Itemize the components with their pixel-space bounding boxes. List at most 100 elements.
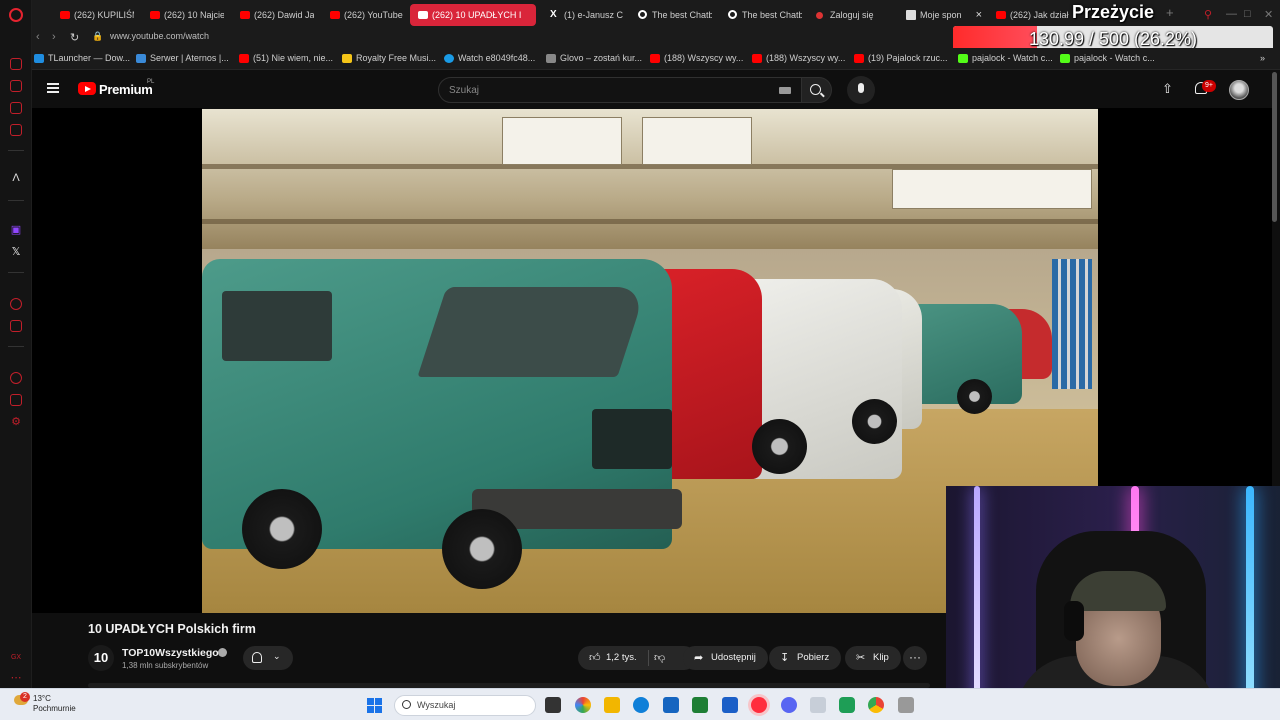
visual-studio-icon[interactable] [722, 697, 738, 713]
opera-logo-icon[interactable] [9, 8, 23, 22]
chrome-icon[interactable] [868, 697, 884, 713]
bell-icon [252, 652, 262, 663]
video-frame-wheel [852, 399, 897, 444]
music-icon[interactable] [10, 124, 22, 136]
discord-icon[interactable] [781, 697, 797, 713]
bookmark-glovo[interactable]: Glovo – zostań kur... [546, 53, 642, 63]
back-icon[interactable]: ‹ [36, 31, 40, 43]
bookmark-pajalock-kick-1[interactable]: pajalock - Watch c... [958, 53, 1053, 63]
tab-e-janusz[interactable]: X (1) e-Janusz C [542, 4, 624, 26]
webcam-person-cap [1070, 571, 1166, 611]
xbox-icon[interactable] [839, 697, 855, 713]
wallet-icon[interactable] [10, 320, 22, 332]
opera-gx-icon[interactable] [751, 697, 767, 713]
reload-icon[interactable]: ↻ [70, 31, 79, 44]
weather-widget[interactable]: 13°C Pochmurnie [33, 694, 76, 714]
tab-moje-spon[interactable]: Moje spon × [898, 4, 984, 26]
youtube-icon [752, 54, 762, 63]
search-input[interactable] [449, 78, 769, 102]
kick-icon [1060, 54, 1070, 63]
tab-youtube[interactable]: (262) YouTube [322, 4, 404, 26]
tab-chatbot-1[interactable]: The best Chatb [630, 4, 712, 26]
bookmark-watch[interactable]: Watch e8049fc48... [444, 53, 535, 63]
bookmark-royalty-free[interactable]: Royalty Free Musi... [342, 53, 436, 63]
share-button[interactable]: ➦ Udostępnij [683, 646, 768, 670]
webcam-light-bar [1246, 486, 1254, 720]
youtube-brand[interactable]: Premium [99, 82, 153, 97]
task-view-icon[interactable] [545, 697, 561, 713]
url-field[interactable]: www.youtube.com/watch [110, 31, 209, 41]
extensions-icon[interactable] [10, 394, 22, 406]
settings-icon[interactable]: ⚙ [10, 416, 22, 428]
voice-search-button[interactable] [847, 76, 875, 104]
bookmarks-bar: TLauncher — Dow... Serwer | Aternos |...… [32, 48, 1280, 70]
like-button[interactable]: 👍︎ 1,2 tys. [578, 646, 696, 670]
maximize-icon[interactable]: □ [1244, 8, 1251, 20]
bookmark-aternos[interactable]: Serwer | Aternos |... [136, 53, 229, 63]
youtube-logo-icon[interactable] [78, 82, 96, 95]
tab-jak-dzial[interactable]: (262) Jak dział [988, 4, 1070, 26]
excel-icon[interactable] [692, 697, 708, 713]
clip-button[interactable]: ✂ Klip [845, 646, 901, 670]
app-icon[interactable] [810, 697, 826, 713]
chat-icon [638, 10, 647, 19]
create-icon[interactable]: ⇧ [1162, 81, 1173, 97]
kick-icon [958, 54, 968, 63]
aria-ai-icon[interactable]: Λ [10, 172, 22, 184]
bookmarks-overflow-icon[interactable]: » [1260, 53, 1265, 63]
video-frame-wheel [442, 509, 522, 589]
tab-close-icon[interactable]: × [976, 4, 982, 26]
vpn-icon[interactable]: GX [10, 652, 22, 664]
aria-icon[interactable] [10, 58, 22, 70]
bookmark-tlauncher[interactable]: TLauncher — Dow... [34, 53, 130, 63]
new-tab-button[interactable]: + [1166, 5, 1174, 20]
twitch-icon[interactable]: ▣ [10, 224, 22, 236]
search-button[interactable] [802, 77, 832, 103]
whatsapp-icon[interactable] [10, 102, 22, 114]
channel-name[interactable]: TOP10Wszystkiego [122, 647, 219, 659]
download-button[interactable]: ↧ Pobierz [769, 646, 842, 670]
bookmark-wszyscy-2[interactable]: (188) Wszyscy wy... [752, 53, 845, 63]
close-window-icon[interactable]: ✕ [1264, 8, 1273, 21]
webcam-overlay [946, 486, 1280, 720]
youtube-icon [418, 11, 428, 19]
search-tabs-icon[interactable]: ⚲ [1204, 8, 1212, 21]
clock-icon[interactable] [10, 372, 22, 384]
keyboard-icon[interactable] [779, 87, 791, 94]
page-scrollbar[interactable] [1272, 72, 1277, 222]
x-twitter-icon[interactable]: 𝕏 [10, 246, 22, 258]
video-frame-wheel [242, 489, 322, 569]
account-avatar[interactable] [1229, 80, 1249, 100]
tab-10-najcie[interactable]: (262) 10 Najcie [142, 4, 224, 26]
file-explorer-icon[interactable] [604, 697, 620, 713]
bookmark-pajalock-kick-2[interactable]: pajalock - Watch c... [1060, 53, 1155, 63]
channel-avatar[interactable]: 10 [88, 645, 114, 671]
more-options-icon[interactable]: ⋯ [10, 672, 22, 684]
bookmark-pajalock-rzuc[interactable]: (19) Pajalock rzuc... [854, 53, 948, 63]
tab-kupilism[interactable]: (262) KUPILIŚM [52, 4, 134, 26]
forward-icon[interactable]: › [52, 31, 56, 43]
edge-icon[interactable] [633, 697, 649, 713]
lock-icon: 🔒 [92, 31, 104, 41]
youtube-icon [650, 54, 660, 63]
taskbar-search[interactable]: Wyszukaj [394, 695, 536, 716]
tab-dawid[interactable]: (262) Dawid Ja [232, 4, 314, 26]
copilot-icon[interactable] [575, 697, 591, 713]
bookmark-nie-wiem[interactable]: (51) Nie wiem, nie... [239, 53, 333, 63]
more-actions-button[interactable]: ··· [903, 646, 927, 670]
microphone-icon [858, 83, 864, 93]
bookmark-wszyscy-1[interactable]: (188) Wszyscy wy... [650, 53, 743, 63]
store-icon[interactable] [663, 697, 679, 713]
tab-zaloguj[interactable]: Zaloguj się [808, 4, 890, 26]
minimize-icon[interactable]: — [1226, 8, 1237, 20]
history-icon[interactable] [10, 298, 22, 310]
thumbs-down-icon[interactable]: 👎︎ [654, 651, 665, 664]
country-code: PL [147, 79, 155, 85]
tray-app-icon[interactable] [898, 697, 914, 713]
menu-icon[interactable] [47, 83, 59, 93]
subscribed-button[interactable]: ⌄ [243, 646, 293, 670]
tab-chatbot-2[interactable]: The best Chatb [720, 4, 802, 26]
tab-10-upadlych[interactable]: (262) 10 UPADŁYCH I [410, 4, 536, 26]
start-button[interactable] [367, 698, 382, 713]
messenger-icon[interactable] [10, 80, 22, 92]
